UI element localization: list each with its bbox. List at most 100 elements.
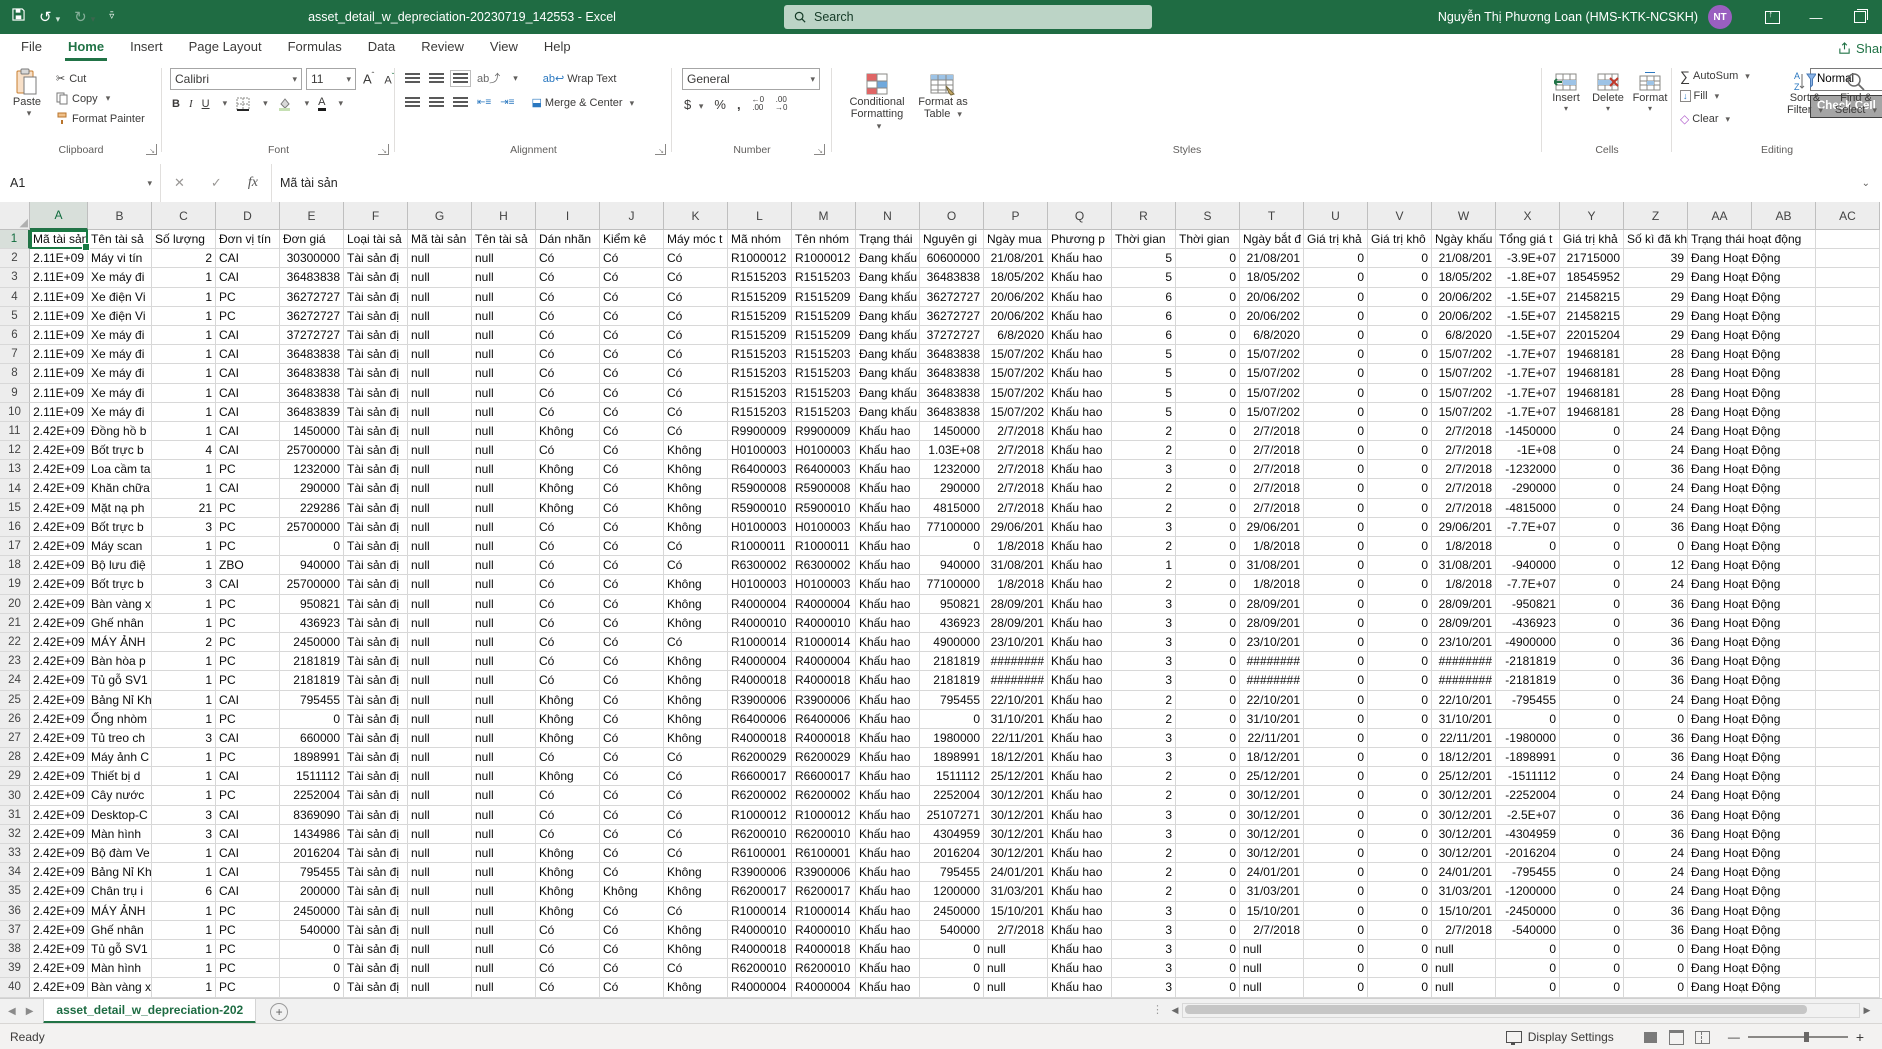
cell-L1[interactable]: Mã nhóm bbox=[728, 230, 792, 249]
cell-E31[interactable]: 8369090 bbox=[280, 806, 344, 825]
cell-W26[interactable]: 31/10/201 bbox=[1432, 710, 1496, 729]
cell-G40[interactable]: null bbox=[408, 978, 472, 997]
cell-M32[interactable]: R6200010 bbox=[792, 825, 856, 844]
cell-U18[interactable]: 0 bbox=[1304, 556, 1368, 575]
cell-N7[interactable]: Đang khấu bbox=[856, 345, 920, 364]
cell-B23[interactable]: Bàn hòa p bbox=[88, 652, 152, 671]
cell-S12[interactable]: 0 bbox=[1176, 441, 1240, 460]
cell-B8[interactable]: Xe máy đi bbox=[88, 364, 152, 383]
cell-P33[interactable]: 30/12/201 bbox=[984, 844, 1048, 863]
row-header-33[interactable]: 33 bbox=[0, 844, 30, 863]
cell-W17[interactable]: 1/8/2018 bbox=[1432, 537, 1496, 556]
cell-B7[interactable]: Xe máy đi bbox=[88, 345, 152, 364]
cell-V18[interactable]: 0 bbox=[1368, 556, 1432, 575]
cell-Y17[interactable]: 0 bbox=[1560, 537, 1624, 556]
cell-Q34[interactable]: Khấu hao bbox=[1048, 863, 1112, 882]
cell-U23[interactable]: 0 bbox=[1304, 652, 1368, 671]
cell-A31[interactable]: 2.42E+09 bbox=[30, 806, 88, 825]
cell-T1[interactable]: Ngày bắt đ bbox=[1240, 230, 1304, 249]
cell-AA36[interactable]: Đang Hoạt Động bbox=[1688, 902, 1752, 921]
cell-P30[interactable]: 30/12/201 bbox=[984, 786, 1048, 805]
cell-Q33[interactable]: Khấu hao bbox=[1048, 844, 1112, 863]
cell-AA9[interactable]: Đang Hoạt Động bbox=[1688, 384, 1752, 403]
cell-Q1[interactable]: Phương p bbox=[1048, 230, 1112, 249]
cell-AC16[interactable] bbox=[1816, 518, 1880, 537]
cell-Z27[interactable]: 36 bbox=[1624, 729, 1688, 748]
cell-E12[interactable]: 25700000 bbox=[280, 441, 344, 460]
cell-V30[interactable]: 0 bbox=[1368, 786, 1432, 805]
column-header-D[interactable]: D bbox=[216, 202, 280, 230]
cell-H13[interactable]: null bbox=[472, 460, 536, 479]
cell-D17[interactable]: PC bbox=[216, 537, 280, 556]
cell-S22[interactable]: 0 bbox=[1176, 633, 1240, 652]
cell-O16[interactable]: 77100000 bbox=[920, 518, 984, 537]
cell-AC28[interactable] bbox=[1816, 748, 1880, 767]
cell-Y2[interactable]: 21715000 bbox=[1560, 249, 1624, 268]
cell-V15[interactable]: 0 bbox=[1368, 499, 1432, 518]
cell-H22[interactable]: null bbox=[472, 633, 536, 652]
cell-J23[interactable]: Có bbox=[600, 652, 664, 671]
align-middle-icon[interactable] bbox=[429, 73, 444, 84]
align-bottom-icon[interactable] bbox=[453, 73, 468, 84]
cell-P36[interactable]: 15/10/201 bbox=[984, 902, 1048, 921]
cell-S38[interactable]: 0 bbox=[1176, 940, 1240, 959]
cell-S17[interactable]: 0 bbox=[1176, 537, 1240, 556]
cell-AC38[interactable] bbox=[1816, 940, 1880, 959]
row-header-36[interactable]: 36 bbox=[0, 902, 30, 921]
cell-U22[interactable]: 0 bbox=[1304, 633, 1368, 652]
cell-O31[interactable]: 25107271 bbox=[920, 806, 984, 825]
format-painter-button[interactable]: Format Painter bbox=[56, 112, 145, 125]
cell-I40[interactable]: Có bbox=[536, 978, 600, 997]
cell-F2[interactable]: Tài sản đị bbox=[344, 249, 408, 268]
cell-T35[interactable]: 31/03/201 bbox=[1240, 882, 1304, 901]
cell-O13[interactable]: 1232000 bbox=[920, 460, 984, 479]
cell-Y8[interactable]: 19468181 bbox=[1560, 364, 1624, 383]
cell-J40[interactable]: Có bbox=[600, 978, 664, 997]
cell-K19[interactable]: Không bbox=[664, 575, 728, 594]
cell-Z22[interactable]: 36 bbox=[1624, 633, 1688, 652]
cell-W24[interactable]: ######## bbox=[1432, 671, 1496, 690]
cell-K36[interactable]: Có bbox=[664, 902, 728, 921]
cell-F39[interactable]: Tài sản đị bbox=[344, 959, 408, 978]
cell-C26[interactable]: 1 bbox=[152, 710, 216, 729]
cell-Y16[interactable]: 0 bbox=[1560, 518, 1624, 537]
cell-W39[interactable]: null bbox=[1432, 959, 1496, 978]
cell-H38[interactable]: null bbox=[472, 940, 536, 959]
cell-Z31[interactable]: 36 bbox=[1624, 806, 1688, 825]
row-header-26[interactable]: 26 bbox=[0, 710, 30, 729]
cell-S5[interactable]: 0 bbox=[1176, 307, 1240, 326]
cell-S36[interactable]: 0 bbox=[1176, 902, 1240, 921]
cell-AA5[interactable]: Đang Hoạt Động bbox=[1688, 307, 1752, 326]
cell-D39[interactable]: PC bbox=[216, 959, 280, 978]
cell-L36[interactable]: R1000014 bbox=[728, 902, 792, 921]
cell-O15[interactable]: 4815000 bbox=[920, 499, 984, 518]
cell-J2[interactable]: Có bbox=[600, 249, 664, 268]
cell-B17[interactable]: Máy scan bbox=[88, 537, 152, 556]
cell-A12[interactable]: 2.42E+09 bbox=[30, 441, 88, 460]
cell-G18[interactable]: null bbox=[408, 556, 472, 575]
cell-AC14[interactable] bbox=[1816, 479, 1880, 498]
cell-L25[interactable]: R3900006 bbox=[728, 691, 792, 710]
cell-E8[interactable]: 36483838 bbox=[280, 364, 344, 383]
cell-E10[interactable]: 36483839 bbox=[280, 403, 344, 422]
cell-T37[interactable]: 2/7/2018 bbox=[1240, 921, 1304, 940]
cell-P40[interactable]: null bbox=[984, 978, 1048, 997]
cell-Q11[interactable]: Khấu hao bbox=[1048, 422, 1112, 441]
cell-V27[interactable]: 0 bbox=[1368, 729, 1432, 748]
column-header-E[interactable]: E bbox=[280, 202, 344, 230]
cell-P12[interactable]: 2/7/2018 bbox=[984, 441, 1048, 460]
cell-D6[interactable]: CAI bbox=[216, 326, 280, 345]
cell-S37[interactable]: 0 bbox=[1176, 921, 1240, 940]
cell-V39[interactable]: 0 bbox=[1368, 959, 1432, 978]
cell-AC3[interactable] bbox=[1816, 268, 1880, 287]
cell-Q21[interactable]: Khấu hao bbox=[1048, 614, 1112, 633]
cell-O30[interactable]: 2252004 bbox=[920, 786, 984, 805]
cell-U33[interactable]: 0 bbox=[1304, 844, 1368, 863]
cell-AA39[interactable]: Đang Hoạt Động bbox=[1688, 959, 1752, 978]
cell-T24[interactable]: ######## bbox=[1240, 671, 1304, 690]
cell-I27[interactable]: Không bbox=[536, 729, 600, 748]
bold-button[interactable]: B bbox=[172, 98, 180, 110]
font-dialog-launcher[interactable] bbox=[378, 144, 389, 155]
cell-B28[interactable]: Máy ảnh C bbox=[88, 748, 152, 767]
cell-Q29[interactable]: Khấu hao bbox=[1048, 767, 1112, 786]
